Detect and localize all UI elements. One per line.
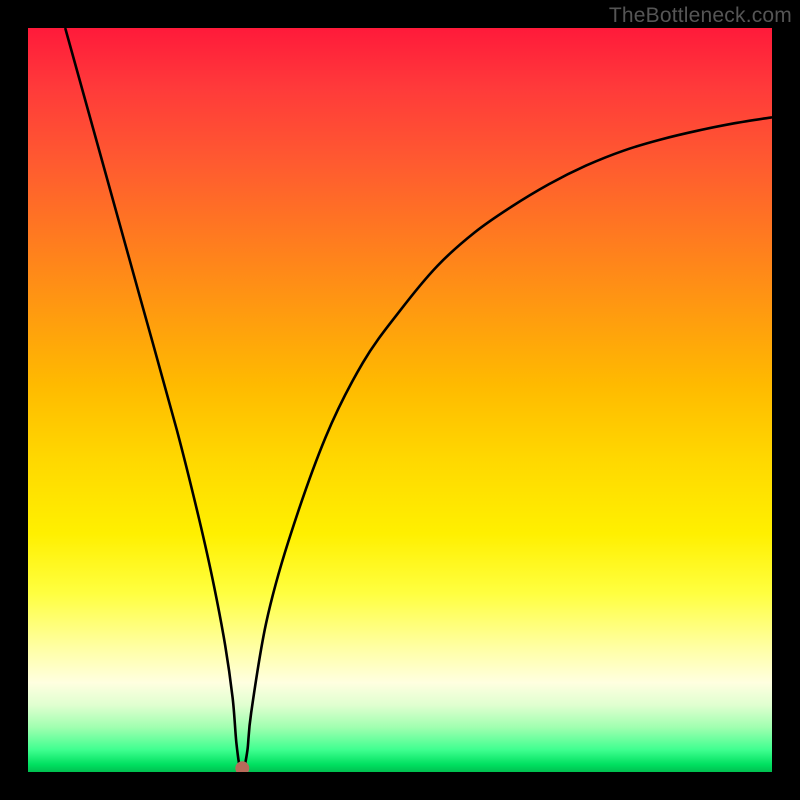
chart-outer-frame — [0, 0, 800, 800]
plot-area — [28, 28, 772, 772]
watermark-text: TheBottleneck.com — [609, 4, 792, 28]
